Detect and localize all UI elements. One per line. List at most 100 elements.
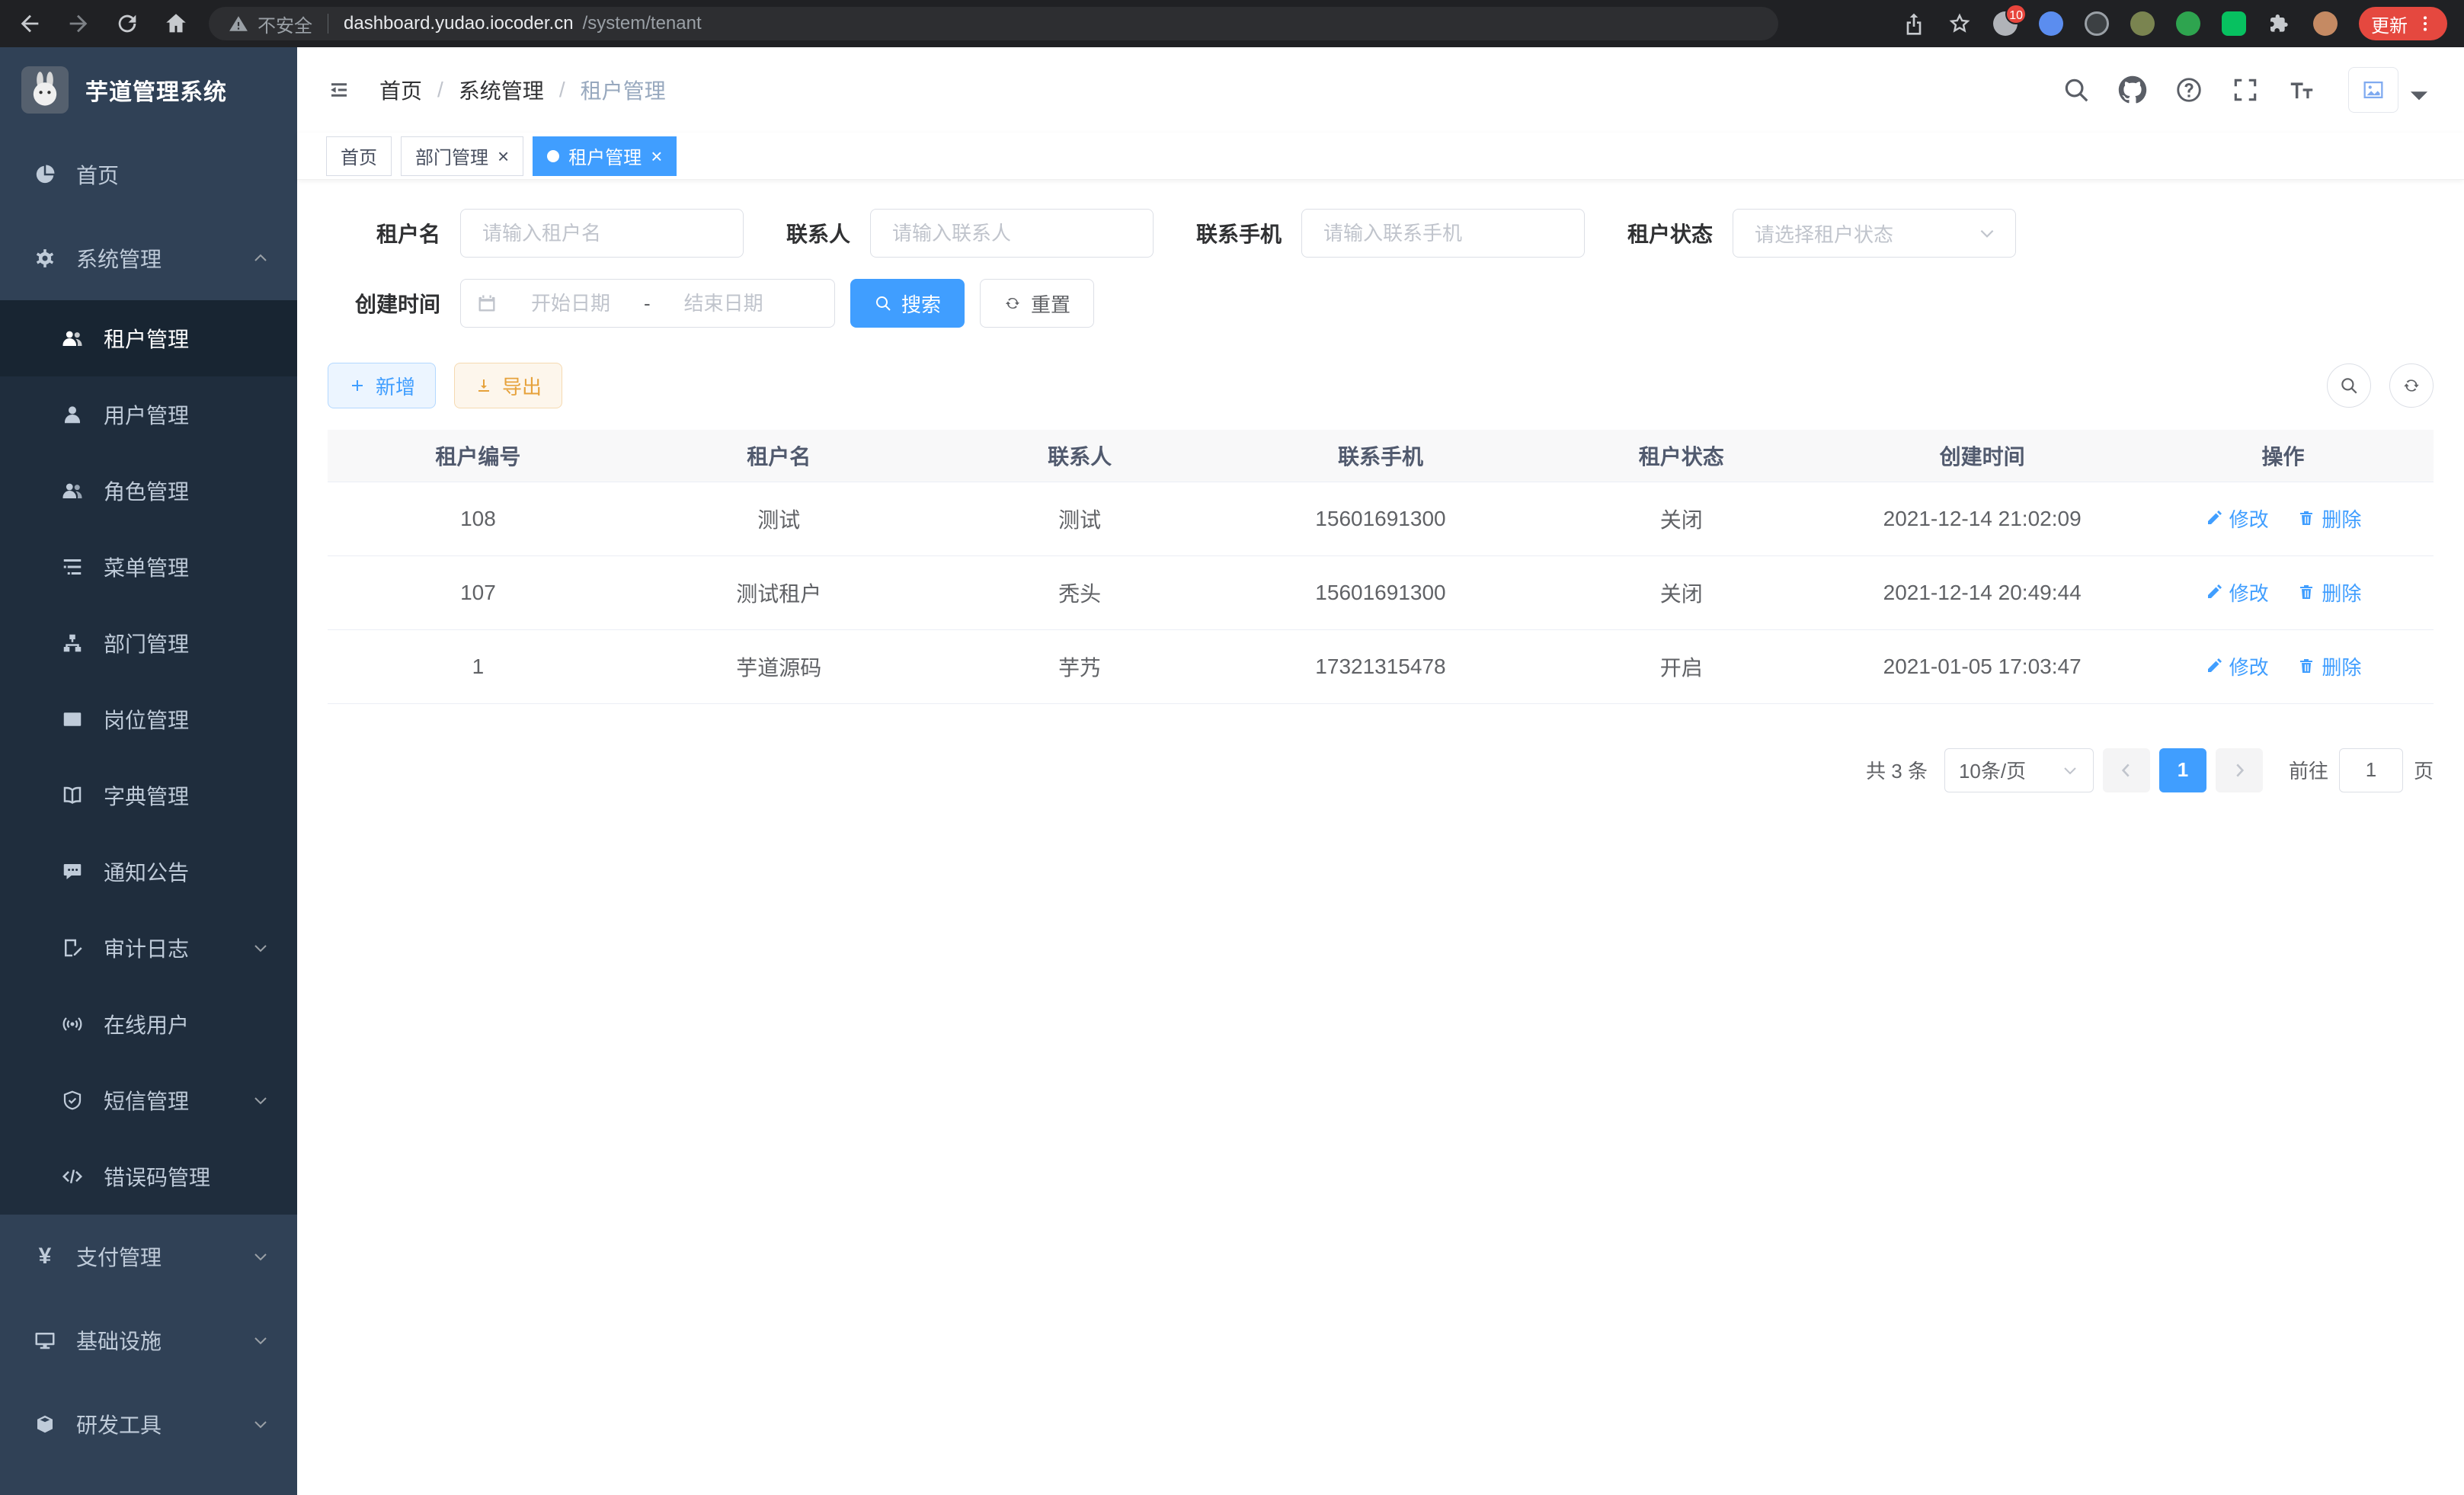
- chevron-down-icon: [251, 1247, 270, 1266]
- goto-page-input[interactable]: [2339, 748, 2403, 792]
- add-button-label: 新增: [376, 372, 415, 400]
- tab-home[interactable]: 首页: [326, 136, 392, 176]
- trash-icon: [2297, 583, 2315, 601]
- app-logo[interactable]: 芋道管理系统: [0, 47, 297, 133]
- tab-dept[interactable]: 部门管理 ×: [401, 136, 523, 176]
- delete-link[interactable]: 删除: [2297, 652, 2361, 680]
- sidebar-item-sms[interactable]: 短信管理: [0, 1062, 297, 1138]
- sidebar-item-audit[interactable]: 审计日志: [0, 910, 297, 986]
- sidebar-item-user[interactable]: 用户管理: [0, 376, 297, 453]
- prev-page-button[interactable]: [2103, 748, 2150, 792]
- pencil-icon: [2205, 657, 2223, 675]
- browser-forward-icon[interactable]: [66, 11, 91, 37]
- breadcrumb-item[interactable]: 系统管理: [459, 75, 544, 105]
- org-tree-icon: [61, 632, 84, 655]
- sidebar-item-pay[interactable]: ¥ 支付管理: [0, 1215, 297, 1298]
- toggle-search-button[interactable]: [2327, 363, 2371, 408]
- close-icon[interactable]: ×: [651, 146, 662, 166]
- cell-status: 关闭: [1531, 555, 1832, 629]
- browser-reload-icon[interactable]: [114, 11, 140, 37]
- font-size-icon[interactable]: [2287, 75, 2316, 104]
- page-number-current[interactable]: 1: [2159, 748, 2206, 792]
- reset-button[interactable]: 重置: [980, 279, 1094, 328]
- export-button[interactable]: 导出: [454, 363, 562, 408]
- bookmark-star-icon[interactable]: [1947, 11, 1972, 36]
- edit-link[interactable]: 修改: [2205, 652, 2269, 680]
- github-icon[interactable]: [2118, 75, 2147, 104]
- trash-icon: [2297, 657, 2315, 675]
- delete-link[interactable]: 删除: [2297, 504, 2361, 533]
- extension-icon-2[interactable]: [2039, 11, 2063, 36]
- sidebar-item-role[interactable]: 角色管理: [0, 453, 297, 529]
- sidebar-item-home[interactable]: 首页: [0, 133, 297, 216]
- cell-phone: 17321315478: [1230, 629, 1531, 703]
- refresh-table-button[interactable]: [2389, 363, 2434, 408]
- sidebar-item-notice[interactable]: 通知公告: [0, 834, 297, 910]
- extension-icon-6[interactable]: [2222, 11, 2246, 36]
- browser-home-icon[interactable]: [163, 11, 189, 37]
- dashboard-icon: [34, 163, 56, 186]
- logo-image: [21, 66, 69, 114]
- sidebar-item-system[interactable]: 系统管理: [0, 216, 297, 300]
- tenant-name-label: 租户名: [328, 218, 440, 248]
- menu-fold-icon[interactable]: [328, 78, 350, 101]
- contact-input[interactable]: [870, 209, 1154, 258]
- date-end-input[interactable]: [660, 292, 788, 315]
- sidebar-item-dict[interactable]: 字典管理: [0, 757, 297, 834]
- address-bar[interactable]: 不安全 dashboard.yudao.iocoder.cn/system/te…: [209, 7, 1778, 40]
- sidebar-item-menu[interactable]: 菜单管理: [0, 529, 297, 605]
- edit-link[interactable]: 修改: [2205, 578, 2269, 607]
- shield-icon: [61, 1089, 84, 1112]
- extension-icon-1[interactable]: 10: [1993, 11, 2018, 36]
- date-range-picker[interactable]: -: [460, 279, 835, 328]
- sidebar-item-label: 角色管理: [104, 475, 189, 506]
- extension-icon-3[interactable]: [2085, 11, 2109, 36]
- book-icon: [61, 784, 84, 807]
- sidebar-item-post[interactable]: 岗位管理: [0, 681, 297, 757]
- monitor-icon: [34, 1329, 56, 1352]
- extensions-puzzle-icon[interactable]: [2267, 11, 2292, 36]
- tab-label: 租户管理: [568, 142, 642, 169]
- goto-suffix: 页: [2414, 756, 2434, 784]
- user-menu[interactable]: [2348, 67, 2434, 113]
- sidebar-item-label: 基础设施: [76, 1325, 162, 1356]
- url-host: dashboard.yudao.iocoder.cn: [344, 13, 574, 34]
- sidebar-item-tools[interactable]: 研发工具: [0, 1382, 297, 1466]
- cell-tenant-id: 1: [328, 629, 629, 703]
- breadcrumb-item[interactable]: 首页: [379, 75, 422, 105]
- browser-menu-dots-icon[interactable]: [2415, 14, 2435, 34]
- extension-icon-4[interactable]: [2130, 11, 2155, 36]
- browser-back-icon[interactable]: [17, 11, 43, 37]
- close-icon[interactable]: ×: [498, 146, 509, 166]
- tab-tenant-active[interactable]: 租户管理 ×: [533, 136, 677, 176]
- avatar[interactable]: [2348, 67, 2398, 113]
- tenant-name-input[interactable]: [460, 209, 744, 258]
- sidebar-item-online[interactable]: 在线用户: [0, 986, 297, 1062]
- share-icon[interactable]: [1902, 11, 1926, 36]
- menu-tree-icon: [61, 555, 84, 578]
- sidebar-item-tenant[interactable]: 租户管理: [0, 300, 297, 376]
- breadcrumb: 首页 / 系统管理 / 租户管理: [379, 75, 666, 105]
- fullscreen-icon[interactable]: [2231, 75, 2260, 104]
- page-size-select[interactable]: 10条/页: [1944, 748, 2094, 792]
- search-button[interactable]: 搜索: [850, 279, 965, 328]
- pencil-icon: [2205, 583, 2223, 601]
- status-select[interactable]: 请选择租户状态: [1733, 209, 2016, 258]
- sidebar-item-dept[interactable]: 部门管理: [0, 605, 297, 681]
- date-start-input[interactable]: [507, 292, 635, 315]
- chevron-right-icon: [2229, 760, 2249, 780]
- browser-update-button[interactable]: 更新: [2359, 7, 2447, 40]
- phone-input[interactable]: [1301, 209, 1585, 258]
- tenant-table: 租户编号 租户名 联系人 联系手机 租户状态 创建时间 操作 108 测试 测试: [328, 430, 2434, 704]
- add-button[interactable]: 新增: [328, 363, 436, 408]
- delete-link[interactable]: 删除: [2297, 578, 2361, 607]
- extension-icon-5[interactable]: [2176, 11, 2200, 36]
- next-page-button[interactable]: [2216, 748, 2263, 792]
- search-icon[interactable]: [2062, 75, 2091, 104]
- sidebar-item-infra[interactable]: 基础设施: [0, 1298, 297, 1382]
- browser-profile-avatar[interactable]: [2313, 11, 2338, 36]
- security-label[interactable]: 不安全: [258, 11, 312, 37]
- sidebar-item-errcode[interactable]: 错误码管理: [0, 1138, 297, 1215]
- edit-link[interactable]: 修改: [2205, 504, 2269, 533]
- help-icon[interactable]: [2174, 75, 2203, 104]
